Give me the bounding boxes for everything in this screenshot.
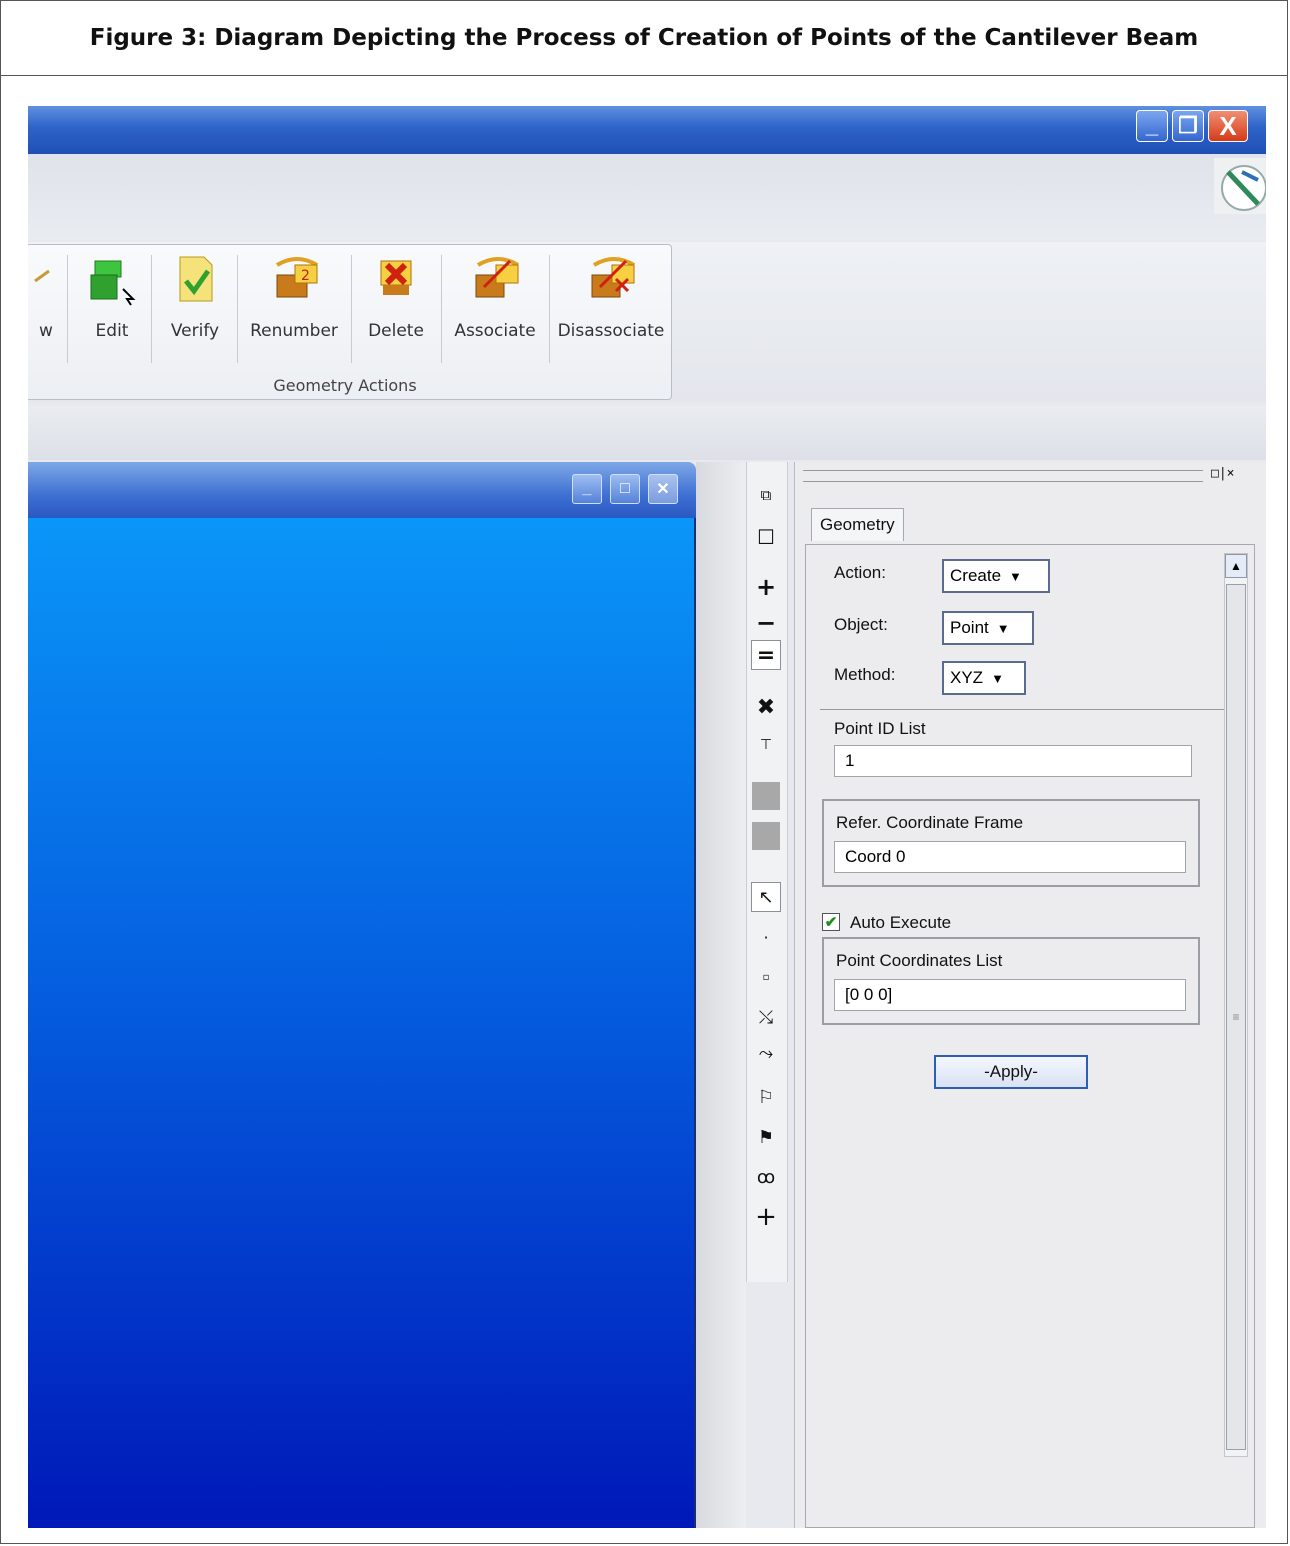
vertical-toolbar: ⧉ ☐ + − = ✖ ⊤ ↖ · ▫ ⤯ ⤳ ⚐ ⚑ ꝏ + <box>746 462 788 1282</box>
cross-icon[interactable]: ✖ <box>751 692 781 722</box>
separator <box>237 255 238 363</box>
ref-frame-group: Refer. Coordinate Frame Coord 0 <box>822 799 1200 887</box>
app-screenshot: _ ❐ X w Edit Verify 2 Renumber Delete As… <box>28 106 1266 1528</box>
method-select[interactable]: XYZ ▼ <box>942 661 1026 695</box>
verify-button[interactable]: Verify <box>157 249 233 349</box>
point-id-label: Point ID List <box>834 719 926 738</box>
ribbon: w Edit Verify 2 Renumber Delete Associat… <box>28 242 1266 402</box>
application-panel: □|× Geometry Action: Create ▼ Object: Poi… <box>794 462 1266 1528</box>
disassociate-label: Disassociate <box>557 321 665 341</box>
delete-label: Delete <box>368 321 424 341</box>
separator <box>67 255 68 363</box>
verify-label: Verify <box>170 321 220 341</box>
point-id-field[interactable]: 1 <box>834 745 1192 777</box>
separator <box>351 255 352 363</box>
filter-icon[interactable]: ⊤ <box>751 730 781 760</box>
ref-frame-label: Refer. Coordinate Frame <box>836 813 1024 832</box>
close-button[interactable]: X <box>1208 110 1248 142</box>
zoom-in-icon[interactable]: + <box>751 572 781 602</box>
separator <box>441 255 442 363</box>
chevron-down-icon: ▼ <box>996 620 1010 636</box>
panel-scrollbar[interactable]: ▲ ≡ <box>1224 553 1248 1457</box>
associate-button[interactable]: Associate <box>443 249 547 349</box>
edit-geometry-icon <box>87 251 137 307</box>
scroll-up-icon[interactable]: ▲ <box>1225 554 1247 578</box>
renumber-label: Renumber <box>250 321 338 341</box>
associate-label: Associate <box>454 321 536 341</box>
auto-execute-checkbox[interactable]: ✔ <box>822 913 840 931</box>
lasso-icon[interactable]: ☐ <box>751 522 781 552</box>
viewport-title-bar: _ □ ✕ <box>28 462 696 518</box>
graphics-viewport: _ □ ✕ <box>28 462 696 1528</box>
viewport-maximize-button[interactable]: □ <box>610 474 640 504</box>
curve-icon[interactable]: ⤯ <box>751 1002 781 1032</box>
disassociate-button[interactable]: Disassociate <box>553 249 669 349</box>
edit-label: Edit <box>95 321 129 341</box>
plus-icon[interactable]: + <box>751 1202 781 1232</box>
action-value: Create <box>950 566 1002 585</box>
divider <box>820 709 1224 710</box>
separator <box>549 255 550 363</box>
viewport-minimize-button[interactable]: _ <box>572 474 602 504</box>
view-button[interactable]: w <box>29 249 63 349</box>
renumber-button[interactable]: 2 Renumber <box>241 249 347 349</box>
view-button-label: w <box>39 321 53 341</box>
point-coords-label: Point Coordinates List <box>836 951 1003 970</box>
gray-swatch-1[interactable] <box>752 782 780 810</box>
renumber-icon: 2 <box>269 251 319 307</box>
point-icon[interactable]: · <box>751 922 781 952</box>
figure-caption: Figure 3: Diagram Depicting the Process … <box>0 0 1288 76</box>
geometry-actions-group: w Edit Verify 2 Renumber Delete Associat… <box>28 244 672 400</box>
associate-icon <box>470 251 520 307</box>
help-icon[interactable] <box>1214 158 1266 214</box>
separator <box>151 255 152 363</box>
svg-text:2: 2 <box>301 268 310 284</box>
chevron-down-icon: ▼ <box>991 670 1004 686</box>
edit-button[interactable]: Edit <box>77 249 147 349</box>
verify-icon <box>170 251 220 307</box>
scroll-thumb[interactable]: ≡ <box>1226 584 1246 1450</box>
model-canvas[interactable] <box>28 518 696 1528</box>
chevron-down-icon: ▼ <box>1009 568 1022 584</box>
gray-swatch-2[interactable] <box>752 822 780 850</box>
solid-face-icon[interactable]: ꝏ <box>751 1162 781 1192</box>
object-value: Point <box>950 618 989 637</box>
pointer-icon[interactable]: ↖ <box>751 882 781 912</box>
tab-geometry[interactable]: Geometry <box>811 508 904 541</box>
method-value: XYZ <box>950 668 984 687</box>
menu-strip <box>28 154 1266 240</box>
restore-button[interactable]: ❐ <box>1172 110 1204 142</box>
action-label: Action: <box>834 563 886 582</box>
object-select[interactable]: Point ▼ <box>942 611 1034 645</box>
minimize-button[interactable]: _ <box>1136 110 1168 142</box>
app-title-bar: _ ❐ X <box>28 106 1266 154</box>
select-region-icon[interactable]: ⧉ <box>751 480 781 510</box>
equal-icon[interactable]: = <box>751 640 781 670</box>
disassociate-icon <box>586 251 636 307</box>
surface-icon[interactable]: ⚐ <box>751 1082 781 1112</box>
panel-controls[interactable]: □|× <box>1211 466 1234 481</box>
geometry-form: Action: Create ▼ Object: Point ▼ Method: X… <box>805 544 1255 1528</box>
action-select[interactable]: Create ▼ <box>942 559 1050 593</box>
curve-edge-icon[interactable]: ⤳ <box>751 1038 781 1068</box>
point-coords-group: Point Coordinates List [0 0 0] <box>822 937 1200 1025</box>
panel-header-grip[interactable] <box>803 470 1203 482</box>
delete-button[interactable]: Delete <box>355 249 437 349</box>
object-label: Object: <box>834 615 888 634</box>
viewport-close-button[interactable]: ✕ <box>648 474 678 504</box>
zoom-out-icon[interactable]: − <box>751 608 781 638</box>
auto-execute-label: Auto Execute <box>850 913 952 932</box>
ref-frame-field[interactable]: Coord 0 <box>834 841 1186 873</box>
point-coords-field[interactable]: [0 0 0] <box>834 979 1186 1011</box>
surface-edge-icon[interactable]: ⚑ <box>751 1122 781 1152</box>
method-label: Method: <box>834 665 896 684</box>
geometry-actions-label: Geometry Actions <box>273 376 417 395</box>
command-strip <box>28 406 1266 460</box>
node-icon[interactable]: ▫ <box>751 962 781 992</box>
apply-button[interactable]: -Apply- <box>934 1055 1088 1089</box>
background-gap <box>696 462 746 1528</box>
delete-icon <box>371 251 421 307</box>
